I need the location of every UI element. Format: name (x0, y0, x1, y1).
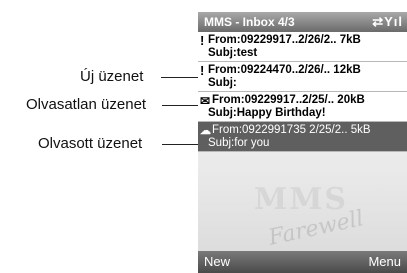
priority-icon: ! (200, 63, 205, 78)
envelope-icon: ✉ (200, 94, 211, 108)
message-from: From:09229917..2/25/.. 20kB (212, 94, 365, 106)
message-from: From:0922991735 2/25/2.. 5kB (212, 124, 371, 136)
callout-new-message: Új üzenet (80, 68, 144, 85)
message-subject: Subj:Happy Birthday! (208, 107, 326, 119)
leader-line-unread (162, 105, 198, 106)
message-from: From:09224470..2/26/.. 12kB (208, 64, 361, 76)
message-row-new-1[interactable]: ! From:09229917..2/26/2.. 7kB Subj:test (198, 32, 407, 62)
message-row-new-2[interactable]: ! From:09224470..2/26/.. 12kB Subj: (198, 62, 407, 92)
message-subject: Subj:test (208, 47, 258, 59)
signal-status-icon: ⇄Yıl (372, 14, 403, 29)
message-row-unread[interactable]: ✉ From:09229917..2/25/.. 20kB Subj:Happy… (198, 92, 407, 122)
softkey-bar: New Menu (198, 251, 407, 273)
message-from: From:09229917..2/26/2.. 7kB (208, 34, 361, 46)
title-bar: MMS - Inbox 4/3 ⇄Yıl (198, 12, 407, 32)
message-subject: Subj:for you (208, 137, 270, 149)
priority-icon: ! (200, 33, 205, 48)
callout-unread-message: Olvasatlan üzenet (26, 96, 147, 113)
phone-screen: MMS - Inbox 4/3 ⇄Yıl ! From:09229917..2/… (198, 12, 407, 273)
new-softkey[interactable]: New (204, 251, 230, 273)
callout-read-message: Olvasott üzenet (38, 135, 143, 152)
message-subject: Subj: (208, 77, 237, 89)
leader-line-new (161, 77, 198, 78)
background-watermark: MMS Farewell (198, 172, 407, 252)
inbox-title: MMS - Inbox 4/3 (204, 15, 295, 29)
menu-softkey[interactable]: Menu (368, 251, 401, 273)
message-row-read-selected[interactable]: ☁ From:0922991735 2/25/2.. 5kB Subj:for … (198, 122, 407, 152)
leader-line-read (162, 144, 198, 145)
open-envelope-icon: ☁ (200, 125, 211, 137)
